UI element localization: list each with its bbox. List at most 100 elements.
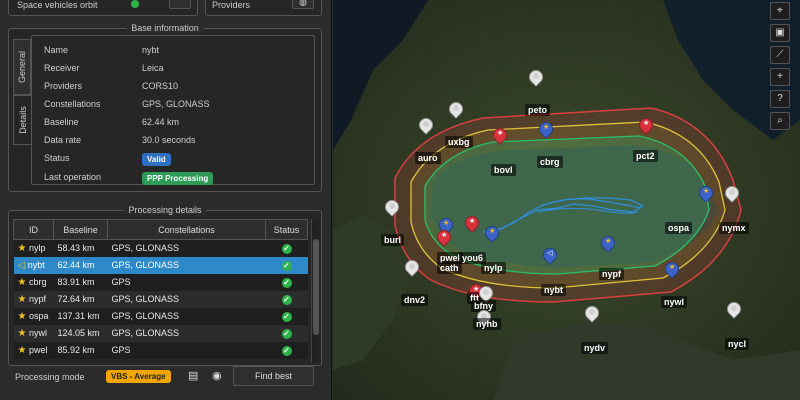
tab-general[interactable]: General (13, 39, 31, 95)
navigation-icon: ◁ (17, 259, 26, 271)
processing-mode-label: Processing mode (15, 372, 85, 382)
orbit-label: Space vehicles orbit (17, 0, 98, 10)
processing-table: ID Baseline Constellations Status ★ nylp… (13, 219, 308, 359)
station-marker-pct2[interactable]: ★ (636, 115, 656, 136)
table-header-row: ID Baseline Constellations Status (13, 219, 308, 240)
providers-label: Providers (212, 0, 251, 10)
table-row[interactable]: ★ cbrg 83.91 km GPS ✓ (13, 273, 308, 291)
cell-id: ★ cbrg (13, 273, 54, 291)
cell-status: ✓ (265, 324, 308, 342)
station-marker-bovl[interactable]: ★ (490, 125, 510, 146)
search-icon[interactable]: ⌕ (770, 112, 790, 130)
station-marker-auro[interactable] (416, 115, 436, 136)
status-badge: Valid (142, 153, 171, 166)
cell-constellations: GPS, GLONASS (107, 239, 266, 257)
dot-icon (729, 189, 735, 195)
info-row-providers: Providers CORS10 (44, 81, 179, 91)
providers-box: Providers ◍ (205, 0, 322, 16)
eye-icon[interactable]: ◉ (212, 369, 222, 382)
station-marker-nywl[interactable]: ★ (662, 259, 682, 280)
dot-icon (409, 263, 415, 269)
cell-constellations: GPS, GLONASS (107, 307, 266, 325)
processing-mode-badge[interactable]: VBS - Average (106, 370, 171, 383)
table-row[interactable]: ★ ospa 137.31 km GPS, GLONASS ✓ (13, 307, 308, 325)
station-label: nywl (661, 296, 688, 308)
table-row[interactable]: ★ nylp 58.43 km GPS, GLONASS ✓ (13, 239, 308, 257)
header-constellations[interactable]: Constellations (107, 219, 266, 240)
station-marker-nypf[interactable]: ★ (598, 233, 618, 254)
check-icon: ✓ (281, 345, 292, 356)
dot-icon (731, 305, 737, 311)
orbit-color-swatch[interactable] (169, 0, 191, 9)
station-label: peto (525, 104, 550, 116)
cell-status: ✓ (265, 239, 308, 257)
processing-footer: Processing mode VBS - Average ▤ ◉ Find b… (8, 366, 322, 388)
station-marker-nybt[interactable]: ◁ (540, 245, 560, 266)
check-icon: ✓ (281, 328, 292, 339)
station-marker-peto[interactable] (526, 67, 546, 88)
star-icon: ★ (543, 124, 550, 131)
base-info-title: Base information (127, 23, 203, 33)
cell-id: ★ pwel (13, 341, 54, 359)
table-row[interactable]: ◁ nybt 62.44 km GPS, GLONASS ✓ (13, 256, 308, 274)
station-marker-burl[interactable] (382, 197, 402, 218)
info-area: Name nybt Receiver Leica Providers CORS10 C… (31, 35, 315, 185)
check-icon: ✓ (281, 243, 292, 254)
base-information-group: Base information General Details Name nyb… (8, 23, 322, 192)
help-icon[interactable]: ? (770, 90, 790, 108)
info-row-data-rate: Data rate 30.0 seconds (44, 135, 196, 145)
globe-icon[interactable]: ◍ (292, 0, 314, 9)
header-status[interactable]: Status (265, 219, 308, 240)
star-icon: ★ (17, 310, 27, 322)
star-icon: ★ (703, 188, 710, 195)
check-icon: ✓ (281, 311, 292, 322)
station-marker-nydv[interactable] (582, 303, 602, 324)
report-icon[interactable]: ▤ (188, 369, 198, 382)
find-best-button[interactable]: Find best (233, 366, 314, 386)
table-row[interactable]: ★ pwel 85.92 km GPS ✓ (13, 341, 308, 359)
last-operation-badge: PPP Processing (142, 172, 214, 185)
station-marker-ospa[interactable]: ★ (696, 183, 716, 204)
station-marker-nymx[interactable] (722, 183, 742, 204)
station-label: nylp (481, 262, 506, 274)
station-marker-you6[interactable]: ★ (462, 213, 482, 234)
header-id[interactable]: ID (13, 219, 54, 240)
scrollbar-thumb[interactable] (313, 239, 319, 335)
station-label: dnv2 (401, 294, 429, 306)
check-icon: ✓ (281, 260, 292, 271)
station-label: burl (381, 234, 404, 246)
station-label: cath (437, 262, 462, 274)
cell-constellations: GPS (107, 273, 266, 291)
star-icon: ★ (17, 293, 27, 305)
camera-icon[interactable]: ▣ (770, 24, 790, 42)
station-marker-cbrg[interactable]: ★ (536, 119, 556, 140)
locate-icon[interactable]: ⌖ (770, 2, 790, 20)
map-view[interactable]: peto uxbg auro ★ bovl ★ cbrg ★ pct2 burl ★ pwel ★ cat… (333, 0, 800, 400)
ruler-icon[interactable]: ⟋ (770, 46, 790, 64)
orbit-toggle-icon[interactable] (131, 0, 139, 8)
station-marker-nycl[interactable] (724, 299, 744, 320)
station-label: pct2 (633, 150, 658, 162)
station-label: nycl (725, 338, 750, 350)
table-row[interactable]: ★ nywl 124.05 km GPS, GLONASS ✓ (13, 324, 308, 342)
table-scrollbar[interactable] (311, 219, 319, 363)
cell-status: ✓ (265, 273, 308, 291)
cell-constellations: GPS, GLONASS (107, 324, 266, 342)
station-marker-dnv2[interactable] (402, 257, 422, 278)
station-marker-uxbg[interactable] (446, 99, 466, 120)
station-marker-cath[interactable]: ★ (434, 227, 454, 248)
cell-baseline: 137.31 km (53, 307, 108, 325)
table-row[interactable]: ★ nypf 72.64 km GPS, GLONASS ✓ (13, 290, 308, 308)
cell-id: ◁ nybt (13, 256, 54, 274)
station-marker-nylp[interactable]: ★ (482, 223, 502, 244)
star-icon: ★ (469, 218, 476, 225)
header-baseline[interactable]: Baseline (53, 219, 108, 240)
station-label: auro (415, 152, 441, 164)
tab-details[interactable]: Details (13, 95, 31, 145)
station-label: nybt (541, 284, 566, 296)
dot-icon (453, 105, 459, 111)
plus-icon[interactable]: + (770, 68, 790, 86)
cell-id: ★ nywl (13, 324, 54, 342)
station-label: nyhb (473, 318, 501, 330)
star-icon: ★ (17, 327, 27, 339)
